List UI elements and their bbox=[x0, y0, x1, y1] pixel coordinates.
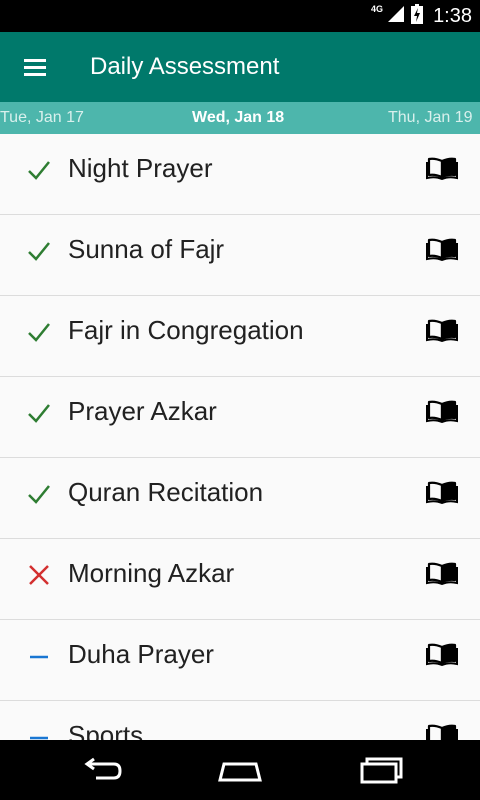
list-item-label: Fajr in Congregation bbox=[68, 315, 304, 345]
cross-icon[interactable] bbox=[26, 562, 52, 588]
signal-icon bbox=[387, 5, 405, 28]
battery-charging-icon bbox=[411, 3, 424, 29]
checkmark-icon[interactable] bbox=[26, 319, 52, 345]
navigation-bar bbox=[0, 740, 480, 800]
list-item-label: Night Prayer bbox=[68, 153, 213, 183]
list-item[interactable]: Sports bbox=[0, 701, 480, 740]
app-bar: Daily Assessment bbox=[0, 32, 480, 102]
list-item-label: Morning Azkar bbox=[68, 558, 235, 588]
checkmark-icon[interactable] bbox=[26, 400, 52, 426]
list-item[interactable]: Fajr in Congregation bbox=[0, 296, 480, 377]
status-time: 1:38 bbox=[433, 4, 472, 27]
list-item[interactable]: Duha Prayer bbox=[0, 620, 480, 701]
open-book-icon[interactable] bbox=[426, 642, 458, 667]
open-book-icon[interactable] bbox=[426, 480, 458, 505]
open-book-icon[interactable] bbox=[426, 399, 458, 424]
open-book-icon[interactable] bbox=[426, 561, 458, 586]
list-item[interactable]: Sunna of Fajr bbox=[0, 215, 480, 296]
home-icon[interactable] bbox=[210, 750, 270, 790]
list-item-label: Sports bbox=[68, 720, 144, 740]
next-date-tab[interactable]: Thu, Jan 19 bbox=[388, 102, 473, 134]
assessment-list[interactable]: Night Prayer Sunna of Fajr Fajr in Congreg… bbox=[0, 134, 480, 740]
status-icons: 4G 1:38 bbox=[371, 0, 472, 32]
open-book-icon[interactable] bbox=[426, 237, 458, 262]
checkmark-icon[interactable] bbox=[26, 238, 52, 264]
checkmark-icon[interactable] bbox=[26, 157, 52, 183]
hamburger-menu-icon[interactable] bbox=[24, 56, 46, 78]
open-book-icon[interactable] bbox=[426, 723, 458, 740]
network-type-label: 4G bbox=[371, 4, 384, 14]
list-item[interactable]: Prayer Azkar bbox=[0, 377, 480, 458]
list-item[interactable]: Quran Recitation bbox=[0, 458, 480, 539]
page-title: Daily Assessment bbox=[90, 53, 280, 80]
current-date-tab[interactable]: Wed, Jan 18 bbox=[192, 102, 284, 134]
open-book-icon[interactable] bbox=[426, 318, 458, 343]
dash-icon[interactable] bbox=[26, 724, 52, 740]
open-book-icon[interactable] bbox=[426, 156, 458, 181]
back-icon[interactable] bbox=[70, 750, 130, 790]
list-item-label: Prayer Azkar bbox=[68, 396, 217, 426]
status-bar: 4G 1:38 bbox=[0, 0, 480, 32]
recent-apps-icon[interactable] bbox=[350, 750, 410, 790]
previous-date-tab[interactable]: Tue, Jan 17 bbox=[0, 102, 84, 134]
list-item[interactable]: Morning Azkar bbox=[0, 539, 480, 620]
dash-icon[interactable] bbox=[26, 643, 52, 669]
date-navigator: Tue, Jan 17 Wed, Jan 18 Thu, Jan 19 bbox=[0, 102, 480, 134]
list-item-label: Quran Recitation bbox=[68, 477, 264, 507]
list-item[interactable]: Night Prayer bbox=[0, 134, 480, 215]
list-item-label: Duha Prayer bbox=[68, 639, 214, 669]
list-item-label: Sunna of Fajr bbox=[68, 234, 225, 264]
checkmark-icon[interactable] bbox=[26, 481, 52, 507]
